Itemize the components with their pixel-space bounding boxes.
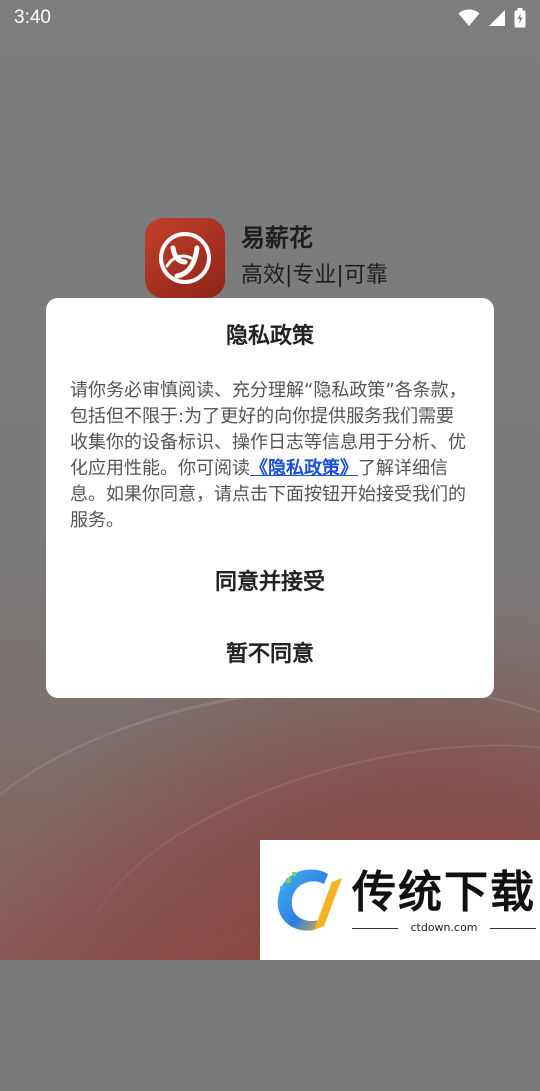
wifi-icon	[458, 9, 480, 26]
watermark-logo-icon	[277, 869, 342, 931]
privacy-policy-link[interactable]: 《隐私政策》	[250, 458, 358, 479]
dialog-body: 请你务必审慎阅读、充分理解“隐私政策”各条款，包括但不限于:为了更好的向你提供服…	[70, 378, 472, 534]
splash-brand: 易薪花 高效|专业|可靠	[145, 218, 388, 298]
status-time: 3:40	[14, 7, 51, 28]
agree-button[interactable]: 同意并接受	[46, 564, 494, 596]
flower-logo-icon	[159, 232, 211, 284]
app-name: 易薪花	[241, 224, 313, 252]
dialog-title: 隐私政策	[225, 324, 314, 349]
app-logo	[145, 218, 225, 298]
battery-charging-icon	[514, 8, 526, 28]
watermark-url: ctdown.com	[352, 921, 536, 934]
app-slogan: 高效|专业|可靠	[241, 263, 388, 288]
brand-text: 易薪花 高效|专业|可靠	[241, 223, 388, 293]
status-icons	[458, 8, 526, 28]
cellular-signal-icon	[489, 10, 505, 26]
status-bar: 3:40	[0, 0, 540, 36]
privacy-policy-dialog: 隐私政策 请你务必审慎阅读、充分理解“隐私政策”各条款，包括但不限于:为了更好的…	[46, 298, 494, 698]
watermark: 传统下载 ctdown.com	[260, 840, 540, 960]
disagree-button[interactable]: 暂不同意	[46, 636, 494, 668]
watermark-title: 传统下载	[352, 866, 536, 918]
watermark-text: 传统下载 ctdown.com	[352, 867, 536, 934]
